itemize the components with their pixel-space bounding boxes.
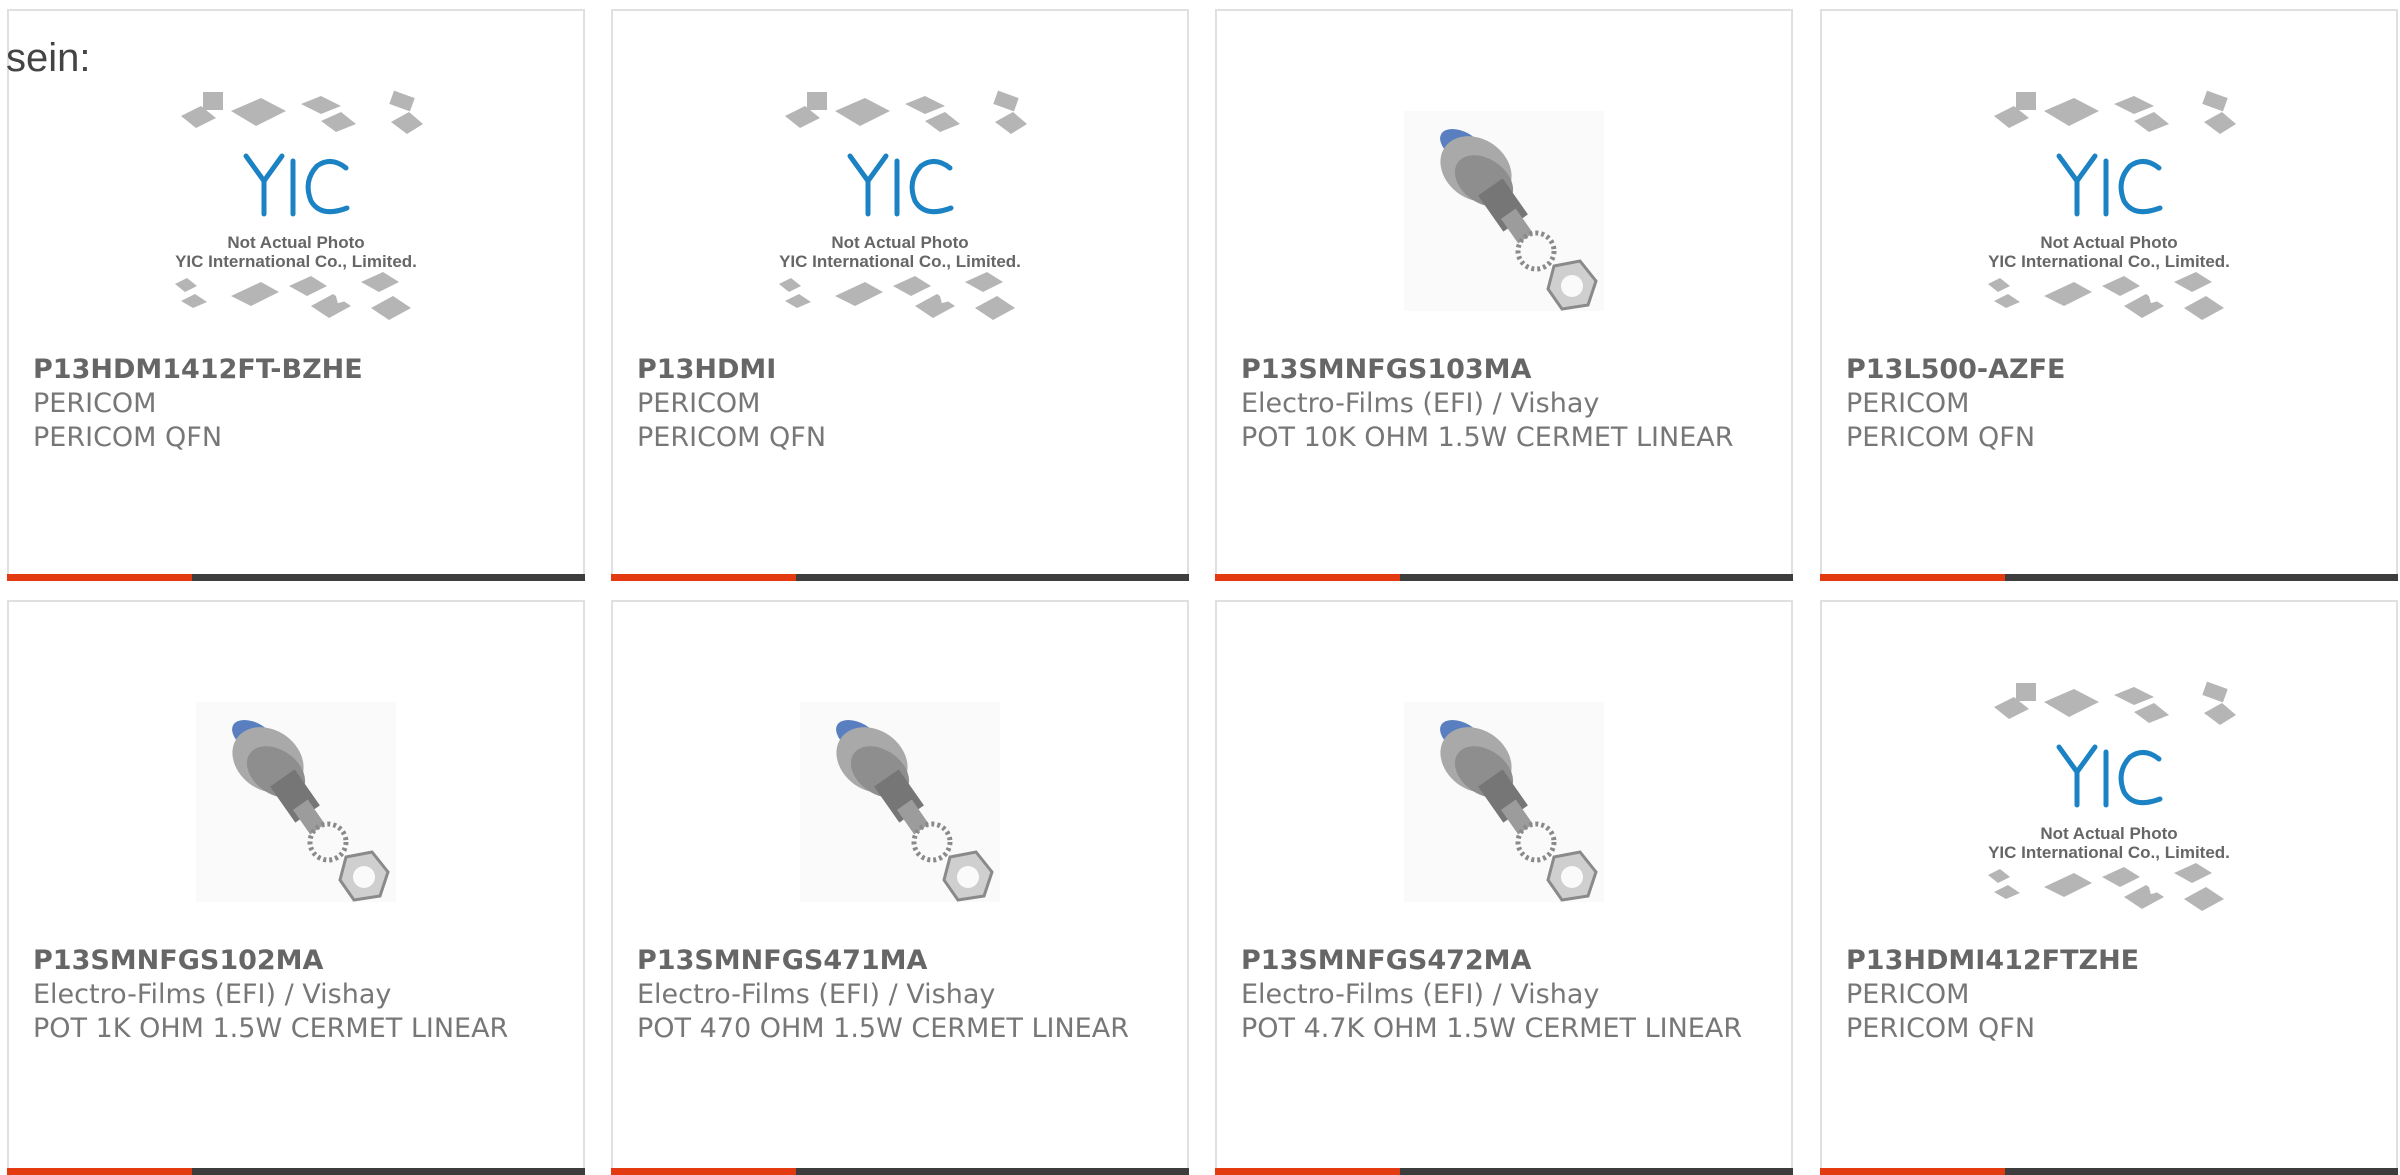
product-description: POT 470 OHM 1.5W CERMET LINEAR — [637, 1013, 1129, 1044]
manufacturer-name: Electro-Films (EFI) / Vishay — [1241, 979, 1600, 1010]
product-image[interactable] — [1217, 71, 1791, 351]
lead-text: sein: — [6, 36, 91, 80]
not-actual-photo-image: Not Actual Photo YIC International Co., … — [779, 90, 1027, 320]
product-image[interactable] — [613, 662, 1187, 942]
potentiometer-photo — [1404, 111, 1604, 311]
part-number-link[interactable]: P13SMNFGS471MA — [637, 944, 1167, 978]
placeholder-line1: Not Actual Photo — [2040, 824, 2177, 843]
product-description: PERICOM QFN — [637, 422, 827, 453]
product-card[interactable]: P13SMNFGS472MA Electro-Films (EFI) / Vish… — [1215, 600, 1793, 1175]
not-actual-photo-image: Not Actual Photo YIC International Co., … — [175, 90, 423, 320]
product-info: P13SMNFGS102MA Electro-Films (EFI) / Vish… — [33, 944, 563, 1046]
product-card[interactable]: P13SMNFGS103MA Electro-Films (EFI) / Vish… — [1215, 9, 1793, 581]
product-info: P13HDMI PERICOM PERICOM QFN — [637, 353, 1167, 455]
manufacturer-name: PERICOM — [1846, 388, 1970, 419]
manufacturer-name: Electro-Films (EFI) / Vishay — [637, 979, 996, 1010]
product-info: P13HDMI412FTZHE PERICOM PERICOM QFN — [1846, 944, 2376, 1046]
card-accent-bar — [1215, 574, 1793, 581]
placeholder-line2: YIC International Co., Limited. — [175, 252, 417, 271]
product-description: PERICOM QFN — [1846, 422, 2036, 453]
product-card[interactable]: Not Actual Photo YIC International Co., … — [611, 9, 1189, 581]
manufacturer-name: PERICOM — [33, 388, 157, 419]
card-accent-bar — [1215, 1168, 1793, 1175]
placeholder-line1: Not Actual Photo — [227, 233, 364, 252]
card-accent-bar — [611, 1168, 1189, 1175]
card-accent-bar — [611, 574, 1189, 581]
placeholder-line1: Not Actual Photo — [831, 233, 968, 252]
product-description: PERICOM QFN — [33, 422, 223, 453]
part-number-link[interactable]: P13SMNFGS102MA — [33, 944, 563, 978]
product-image[interactable]: Not Actual Photo YIC International Co., … — [613, 71, 1187, 351]
not-actual-photo-image: Not Actual Photo YIC International Co., … — [1988, 681, 2236, 911]
placeholder-line2: YIC International Co., Limited. — [779, 252, 1021, 271]
card-accent-bar — [7, 1168, 585, 1175]
not-actual-photo-image: Not Actual Photo YIC International Co., … — [1988, 90, 2236, 320]
product-card[interactable]: Not Actual Photo YIC International Co., … — [1820, 9, 2398, 581]
product-description: POT 1K OHM 1.5W CERMET LINEAR — [33, 1013, 509, 1044]
product-description: POT 10K OHM 1.5W CERMET LINEAR — [1241, 422, 1734, 453]
product-info: P13SMNFGS103MA Electro-Films (EFI) / Vish… — [1241, 353, 1771, 455]
potentiometer-photo — [800, 702, 1000, 902]
product-description: POT 4.7K OHM 1.5W CERMET LINEAR — [1241, 1013, 1743, 1044]
part-number-link[interactable]: P13SMNFGS103MA — [1241, 353, 1771, 387]
part-number-link[interactable]: P13HDMI — [637, 353, 1167, 387]
card-accent-bar — [1820, 574, 2398, 581]
product-card[interactable]: Not Actual Photo YIC International Co., … — [1820, 600, 2398, 1175]
part-number-link[interactable]: P13HDMI412FTZHE — [1846, 944, 2376, 978]
product-info: P13HDM1412FT-BZHE PERICOM PERICOM QFN — [33, 353, 563, 455]
product-info: P13SMNFGS472MA Electro-Films (EFI) / Vish… — [1241, 944, 1771, 1046]
product-image[interactable]: Not Actual Photo YIC International Co., … — [9, 71, 583, 351]
product-image[interactable]: Not Actual Photo YIC International Co., … — [1822, 71, 2396, 351]
product-info: P13SMNFGS471MA Electro-Films (EFI) / Vish… — [637, 944, 1167, 1046]
product-card[interactable]: P13SMNFGS102MA Electro-Films (EFI) / Vish… — [7, 600, 585, 1175]
placeholder-line2: YIC International Co., Limited. — [1988, 252, 2230, 271]
potentiometer-photo — [1404, 702, 1604, 902]
manufacturer-name: Electro-Films (EFI) / Vishay — [1241, 388, 1600, 419]
product-description: PERICOM QFN — [1846, 1013, 2036, 1044]
placeholder-line2: YIC International Co., Limited. — [1988, 843, 2230, 862]
part-number-link[interactable]: P13L500-AZFE — [1846, 353, 2376, 387]
product-image[interactable] — [1217, 662, 1791, 942]
manufacturer-name: Electro-Films (EFI) / Vishay — [33, 979, 392, 1010]
manufacturer-name: PERICOM — [1846, 979, 1970, 1010]
part-number-link[interactable]: P13HDM1412FT-BZHE — [33, 353, 563, 387]
product-image[interactable]: Not Actual Photo YIC International Co., … — [1822, 662, 2396, 942]
card-accent-bar — [7, 574, 585, 581]
product-card[interactable]: Not Actual Photo YIC International Co., … — [7, 9, 585, 581]
card-accent-bar — [1820, 1168, 2398, 1175]
product-card[interactable]: P13SMNFGS471MA Electro-Films (EFI) / Vish… — [611, 600, 1189, 1175]
potentiometer-photo — [196, 702, 396, 902]
product-image[interactable] — [9, 662, 583, 942]
placeholder-line1: Not Actual Photo — [2040, 233, 2177, 252]
product-info: P13L500-AZFE PERICOM PERICOM QFN — [1846, 353, 2376, 455]
manufacturer-name: PERICOM — [637, 388, 761, 419]
part-number-link[interactable]: P13SMNFGS472MA — [1241, 944, 1771, 978]
